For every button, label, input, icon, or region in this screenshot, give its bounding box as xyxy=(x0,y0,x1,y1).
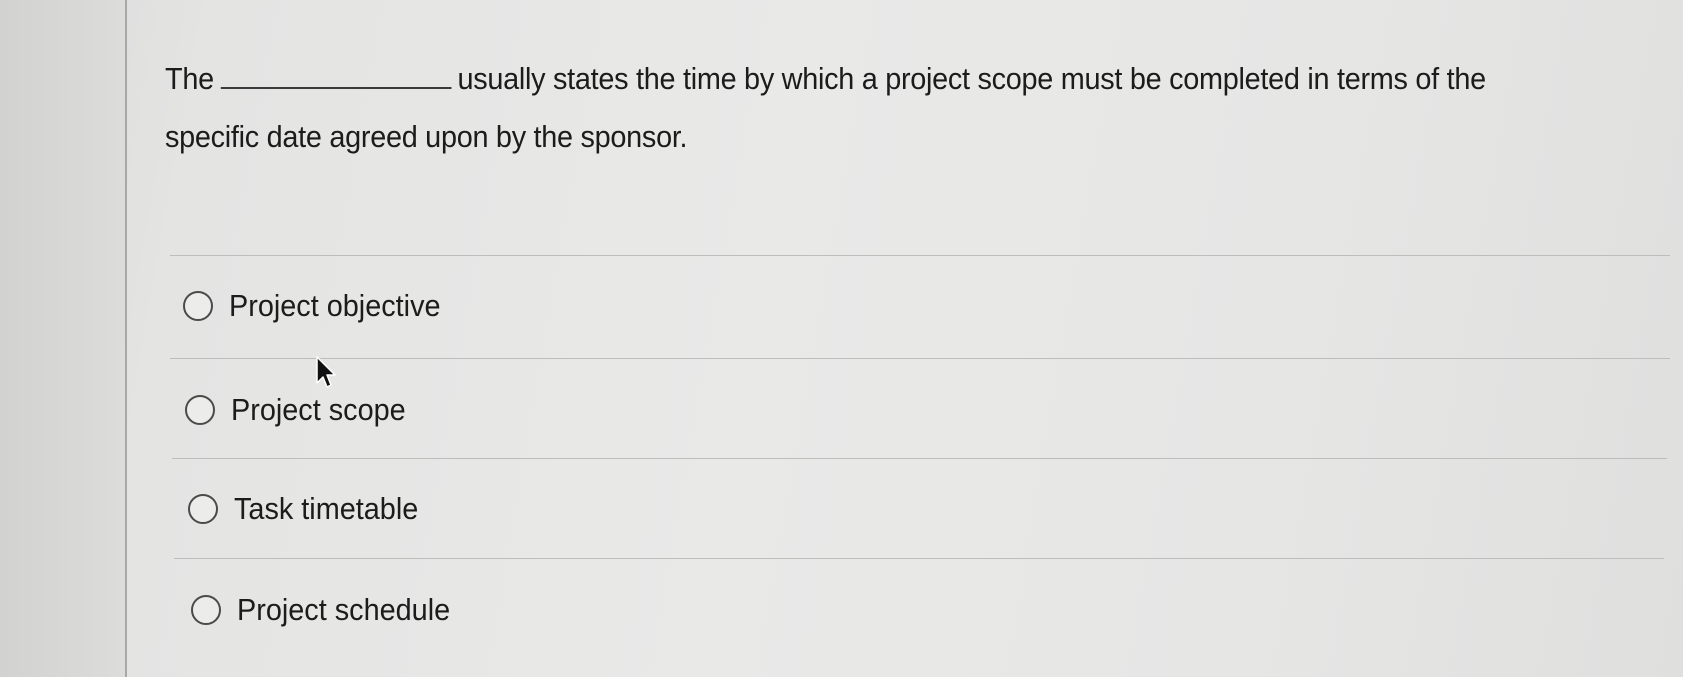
radio-circle-icon[interactable] xyxy=(191,595,221,625)
radio-circle-icon[interactable] xyxy=(185,395,215,425)
radio-circle-icon[interactable] xyxy=(188,494,218,524)
option-project-scope[interactable]: Project scope xyxy=(185,392,419,428)
arrow-cursor-icon xyxy=(316,356,336,388)
option-label: Task timetable xyxy=(234,491,419,526)
question-text: The usually states the time by which a pr… xyxy=(165,50,1532,166)
answer-blank xyxy=(220,63,452,89)
divider-1 xyxy=(170,358,1670,359)
divider-2 xyxy=(172,458,1667,459)
divider-top xyxy=(170,255,1670,256)
question-text-before: The xyxy=(165,61,214,96)
divider-3 xyxy=(174,558,1664,559)
option-label: Project schedule xyxy=(237,592,451,627)
option-task-timetable[interactable]: Task timetable xyxy=(188,491,432,527)
radio-circle-icon[interactable] xyxy=(183,291,213,321)
option-label: Project scope xyxy=(231,392,406,427)
option-project-objective[interactable]: Project objective xyxy=(183,288,456,324)
option-project-schedule[interactable]: Project schedule xyxy=(191,592,466,628)
left-margin xyxy=(0,0,125,677)
option-label: Project objective xyxy=(229,288,441,323)
left-border xyxy=(125,0,127,677)
